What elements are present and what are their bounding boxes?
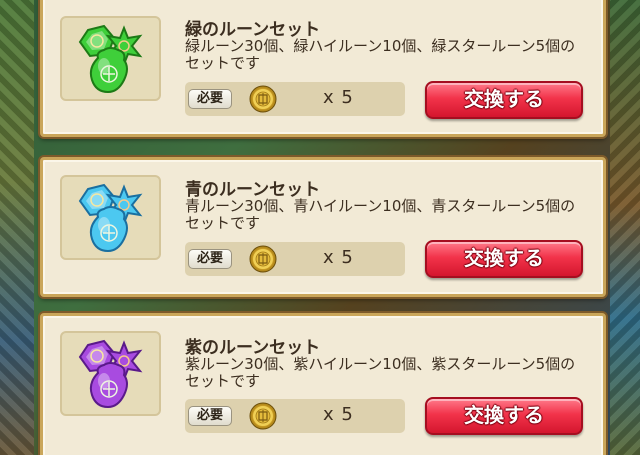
green-rune-set-icon [78,24,143,94]
cost-quantity: x 5 [323,247,354,268]
game-background-left [0,0,34,455]
item-icon-frame [60,175,161,260]
exchange-button[interactable]: 交換する [425,81,583,119]
item-description: 紫ルーン30個、紫ハイルーン10個、紫スタールーン5個のセットです [185,355,576,390]
purple-rune-set-icon [78,339,143,409]
required-badge: 必要 [188,89,232,109]
exchange-button[interactable]: 交換する [425,240,583,278]
cost-requirement: 必要 x 5 [185,242,405,276]
cost-requirement: 必要 x 5 [185,399,405,433]
cost-requirement: 必要 x 5 [185,82,405,116]
game-background-right [610,0,640,455]
exchange-item-purple: 紫のルーンセット 紫ルーン30個、紫ハイルーン10個、紫スタールーン5個のセット… [40,313,606,455]
gold-medal-icon [249,402,277,430]
cost-quantity: x 5 [323,87,354,108]
cost-quantity: x 5 [323,404,354,425]
item-description: 青ルーン30個、青ハイルーン10個、青スタールーン5個のセットです [185,197,576,232]
item-description: 緑ルーン30個、緑ハイルーン10個、緑スタールーン5個のセットです [185,37,576,72]
required-badge: 必要 [188,249,232,269]
exchange-button[interactable]: 交換する [425,397,583,435]
exchange-item-blue: 青のルーンセット 青ルーン30個、青ハイルーン10個、青スタールーン5個のセット… [40,157,606,297]
blue-rune-set-icon [78,183,143,253]
required-badge: 必要 [188,406,232,426]
exchange-item-green: 緑のルーンセット 緑ルーン30個、緑ハイルーン10個、緑スタールーン5個のセット… [40,0,606,137]
gold-medal-icon [249,85,277,113]
item-icon-frame [60,331,161,416]
item-icon-frame [60,16,161,101]
gold-medal-icon [249,245,277,273]
